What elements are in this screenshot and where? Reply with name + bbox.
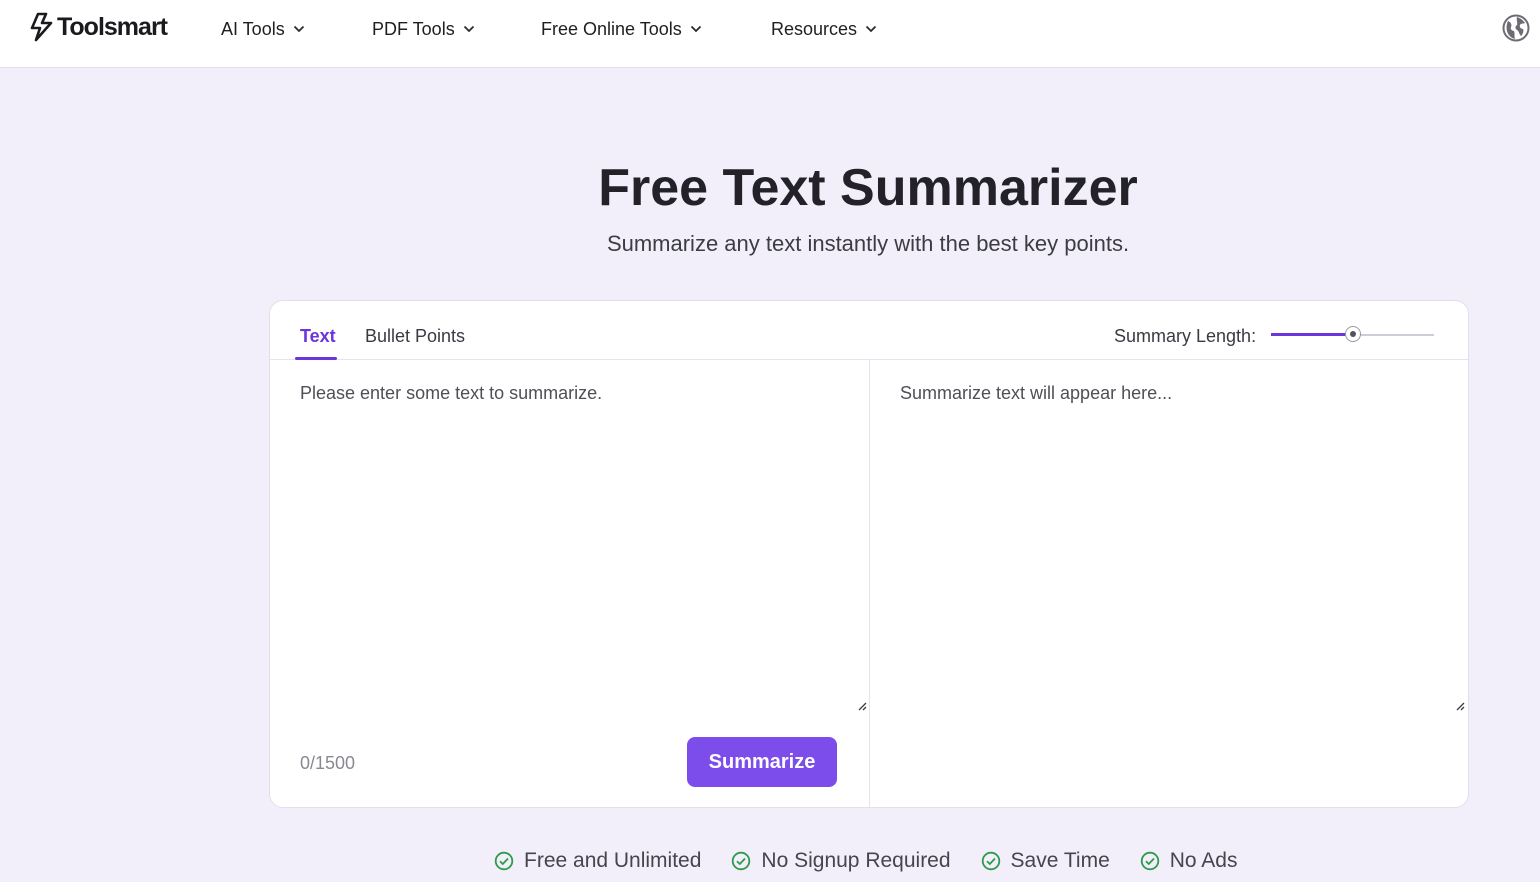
feature-item: No Signup Required: [731, 849, 951, 873]
top-navigation-bar: Toolsmart AI Tools PDF Tools Free Online…: [0, 0, 1540, 68]
feature-label: Save Time: [1010, 849, 1110, 872]
lightning-bolt-icon: [30, 12, 53, 42]
tab-text[interactable]: Text: [300, 325, 336, 347]
check-circle-icon: [1140, 851, 1159, 871]
nav-ai-tools[interactable]: AI Tools: [221, 17, 305, 41]
tab-bullet-points[interactable]: Bullet Points: [365, 325, 465, 347]
nav-pdf-tools[interactable]: PDF Tools: [372, 17, 475, 41]
feature-item: Save Time: [981, 849, 1110, 873]
input-text-area[interactable]: [270, 360, 869, 712]
summarizer-card: Text Bullet Points Summary Length: 0/150…: [269, 300, 1469, 808]
page-subtitle: Summarize any text instantly with the be…: [606, 231, 1130, 256]
globe-icon[interactable]: [1502, 14, 1530, 42]
summarizer-toolbar: Text Bullet Points Summary Length:: [270, 301, 1468, 360]
check-circle-icon: [494, 851, 514, 871]
slider-handle[interactable]: [1344, 326, 1361, 342]
feature-label: No Signup Required: [761, 849, 951, 872]
page-title: Free Text Summarizer: [598, 159, 1138, 217]
character-counter: 0/1500: [300, 753, 356, 773]
summary-length-label: Summary Length:: [1114, 326, 1257, 346]
nav-label: Resources: [771, 18, 858, 39]
summary-length-slider[interactable]: [1271, 325, 1434, 345]
chevron-down-icon: [463, 25, 474, 33]
summarize-button[interactable]: Summarize: [687, 737, 837, 787]
chevron-down-icon: [865, 25, 877, 33]
check-circle-icon: [732, 851, 751, 871]
brand-logo[interactable]: Toolsmart: [29, 12, 168, 42]
feature-label: No Ads: [1169, 849, 1238, 872]
resize-handle-icon[interactable]: [857, 701, 867, 711]
nav-label: Free Online Tools: [541, 18, 682, 39]
nav-resources[interactable]: Resources: [771, 17, 877, 41]
output-text-area[interactable]: [870, 360, 1468, 712]
slider-fill: [1271, 333, 1353, 336]
check-circle-icon: [981, 851, 1000, 871]
brand-name: Toolsmart: [57, 12, 168, 41]
resize-handle-icon[interactable]: [1455, 701, 1465, 711]
feature-item: No Ads: [1140, 849, 1238, 873]
feature-list: Free and Unlimited No Signup Required Sa…: [494, 848, 1267, 874]
feature-item: Free and Unlimited: [494, 849, 701, 873]
chevron-down-icon: [293, 25, 304, 33]
feature-label: Free and Unlimited: [524, 849, 702, 872]
nav-label: AI Tools: [221, 18, 285, 39]
nav-label: PDF Tools: [372, 18, 455, 39]
chevron-down-icon: [690, 25, 701, 33]
nav-free-online-tools[interactable]: Free Online Tools: [541, 17, 702, 41]
